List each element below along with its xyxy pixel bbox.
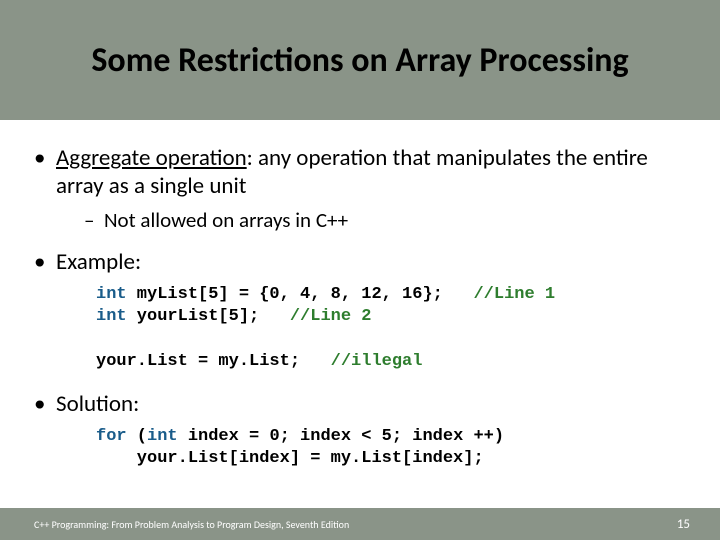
bullet-aggregate: Aggregate operation: any operation that … (34, 144, 686, 200)
sub-not-allowed: Not allowed on arrays in C++ (84, 208, 686, 234)
code-solution: for (int index = 0; index < 5; index ++)… (96, 426, 686, 471)
bullet-solution: Solution: (34, 390, 686, 418)
content-area: Aggregate operation: any operation that … (0, 120, 720, 470)
code-example: int myList[5] = {0, 4, 8, 12, 16}; //Lin… (96, 284, 686, 374)
slide: { "title": "Some Restrictions on Array P… (0, 0, 720, 540)
term-aggregate: Aggregate operation (56, 144, 247, 172)
footer-bar: C++ Programming: From Problem Analysis t… (0, 508, 720, 540)
slide-title: Some Restrictions on Array Processing (91, 40, 628, 81)
footer-text: C++ Programming: From Problem Analysis t… (34, 518, 349, 531)
bullet-example: Example: (34, 248, 686, 276)
page-number: 15 (677, 517, 690, 532)
title-bar: Some Restrictions on Array Processing (0, 0, 720, 120)
